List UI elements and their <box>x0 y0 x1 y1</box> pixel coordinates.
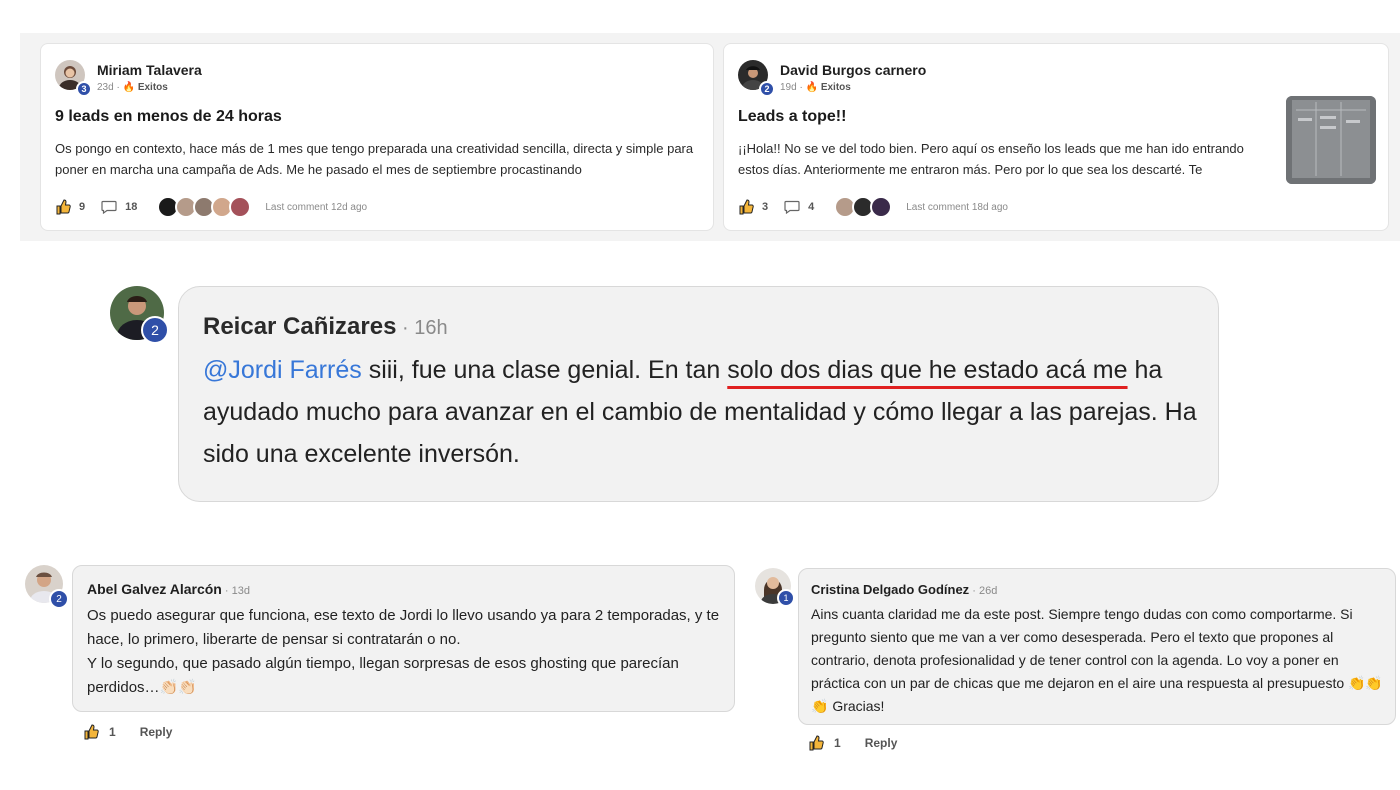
mention-link[interactable]: @Jordi Farrés <box>203 356 362 384</box>
comment-time: · 16h <box>396 317 448 339</box>
comment-text: Ains cuanta claridad me da este post. Si… <box>811 606 1383 714</box>
thumbs-up-icon[interactable] <box>738 199 754 215</box>
reply-button[interactable]: Reply <box>140 725 173 739</box>
comment-text-part: siii, fue una clase genial. En tan <box>361 356 728 384</box>
comment-actions: 1 Reply <box>808 735 897 751</box>
level-badge: 2 <box>141 316 169 344</box>
comment-count: 18 <box>125 201 138 213</box>
post-meta: 23d · 🔥 Exitos <box>97 82 168 93</box>
comment-bubble: Cristina Delgado Godínez · 26d Ains cuan… <box>798 568 1396 725</box>
comment-author: Abel Galvez Alarcón · 13d <box>87 581 250 597</box>
post-category[interactable]: Exitos <box>821 82 851 93</box>
commenter-avatars <box>834 196 893 218</box>
commenter-avatars <box>157 196 252 218</box>
like-count: 1 <box>109 725 116 739</box>
last-comment: Last comment 18d ago <box>906 201 1008 213</box>
level-badge: 2 <box>49 589 69 609</box>
author-name[interactable]: Cristina Delgado Godínez <box>811 582 969 597</box>
post-image-thumbnail[interactable] <box>1286 96 1376 184</box>
post-category[interactable]: Exitos <box>138 82 168 93</box>
post-age: 19d · <box>780 82 806 93</box>
like-count: 9 <box>79 201 86 213</box>
flame-icon: 🔥 <box>122 82 136 93</box>
post-card[interactable]: 3 Miriam Talavera 23d · 🔥 Exitos 9 leads… <box>40 43 714 231</box>
avatar[interactable] <box>229 196 252 218</box>
post-age: 23d · <box>97 82 123 93</box>
author-name[interactable]: Abel Galvez Alarcón <box>87 581 222 597</box>
post-card[interactable]: 2 David Burgos carnero 19d · 🔥 Exitos Le… <box>723 43 1389 231</box>
comment-bubble: Reicar Cañizares · 16h @Jordi Farrés sii… <box>178 286 1219 502</box>
comment-author: Reicar Cañizares · 16h <box>203 313 448 341</box>
comment-text: Os puedo asegurar que funciona, ese text… <box>87 607 720 696</box>
post-body[interactable]: Os pongo en contexto, hace más de 1 mes … <box>55 138 705 180</box>
post-title[interactable]: Leads a tope!! <box>738 108 846 126</box>
avatar[interactable] <box>870 196 893 218</box>
thumbs-up-icon[interactable] <box>55 199 71 215</box>
comment-bubble-icon[interactable] <box>101 200 117 215</box>
level-badge: 2 <box>759 81 775 97</box>
comment-actions: 1 Reply <box>83 724 172 740</box>
post-footer: 3 4 Last comment 18d ago <box>738 196 1008 218</box>
level-badge: 1 <box>777 589 795 607</box>
post-author[interactable]: David Burgos carnero <box>780 62 926 78</box>
like-count: 1 <box>834 736 841 750</box>
post-body[interactable]: ¡¡Hola!! No se ve del todo bien. Pero aq… <box>738 138 1278 180</box>
thumbs-up-icon[interactable] <box>808 735 824 751</box>
post-meta: 19d · 🔥 Exitos <box>780 82 851 93</box>
thumbs-up-icon[interactable] <box>83 724 99 740</box>
comment-count: 4 <box>808 201 815 213</box>
comment-text: @Jordi Farrés siii, fue una clase genial… <box>203 349 1203 475</box>
comment-time: · 26d <box>969 585 998 597</box>
like-count: 3 <box>762 201 769 213</box>
post-title[interactable]: 9 leads en menos de 24 horas <box>55 108 282 126</box>
reply-button[interactable]: Reply <box>865 736 898 750</box>
comment-bubble-icon[interactable] <box>784 200 800 215</box>
comment-author: Cristina Delgado Godínez · 26d <box>811 582 997 597</box>
post-footer: 9 18 Last comment 12d ago <box>55 196 367 218</box>
post-author[interactable]: Miriam Talavera <box>97 62 202 78</box>
comment-time: · 13d <box>221 585 250 597</box>
highlighted-text: solo dos dias que he estado acá me <box>727 356 1128 384</box>
level-badge: 3 <box>76 81 92 97</box>
last-comment: Last comment 12d ago <box>265 201 368 213</box>
comment-bubble: Abel Galvez Alarcón · 13d Os puedo asegu… <box>72 565 735 712</box>
author-name[interactable]: Reicar Cañizares <box>203 313 396 340</box>
flame-icon: 🔥 <box>805 82 819 93</box>
